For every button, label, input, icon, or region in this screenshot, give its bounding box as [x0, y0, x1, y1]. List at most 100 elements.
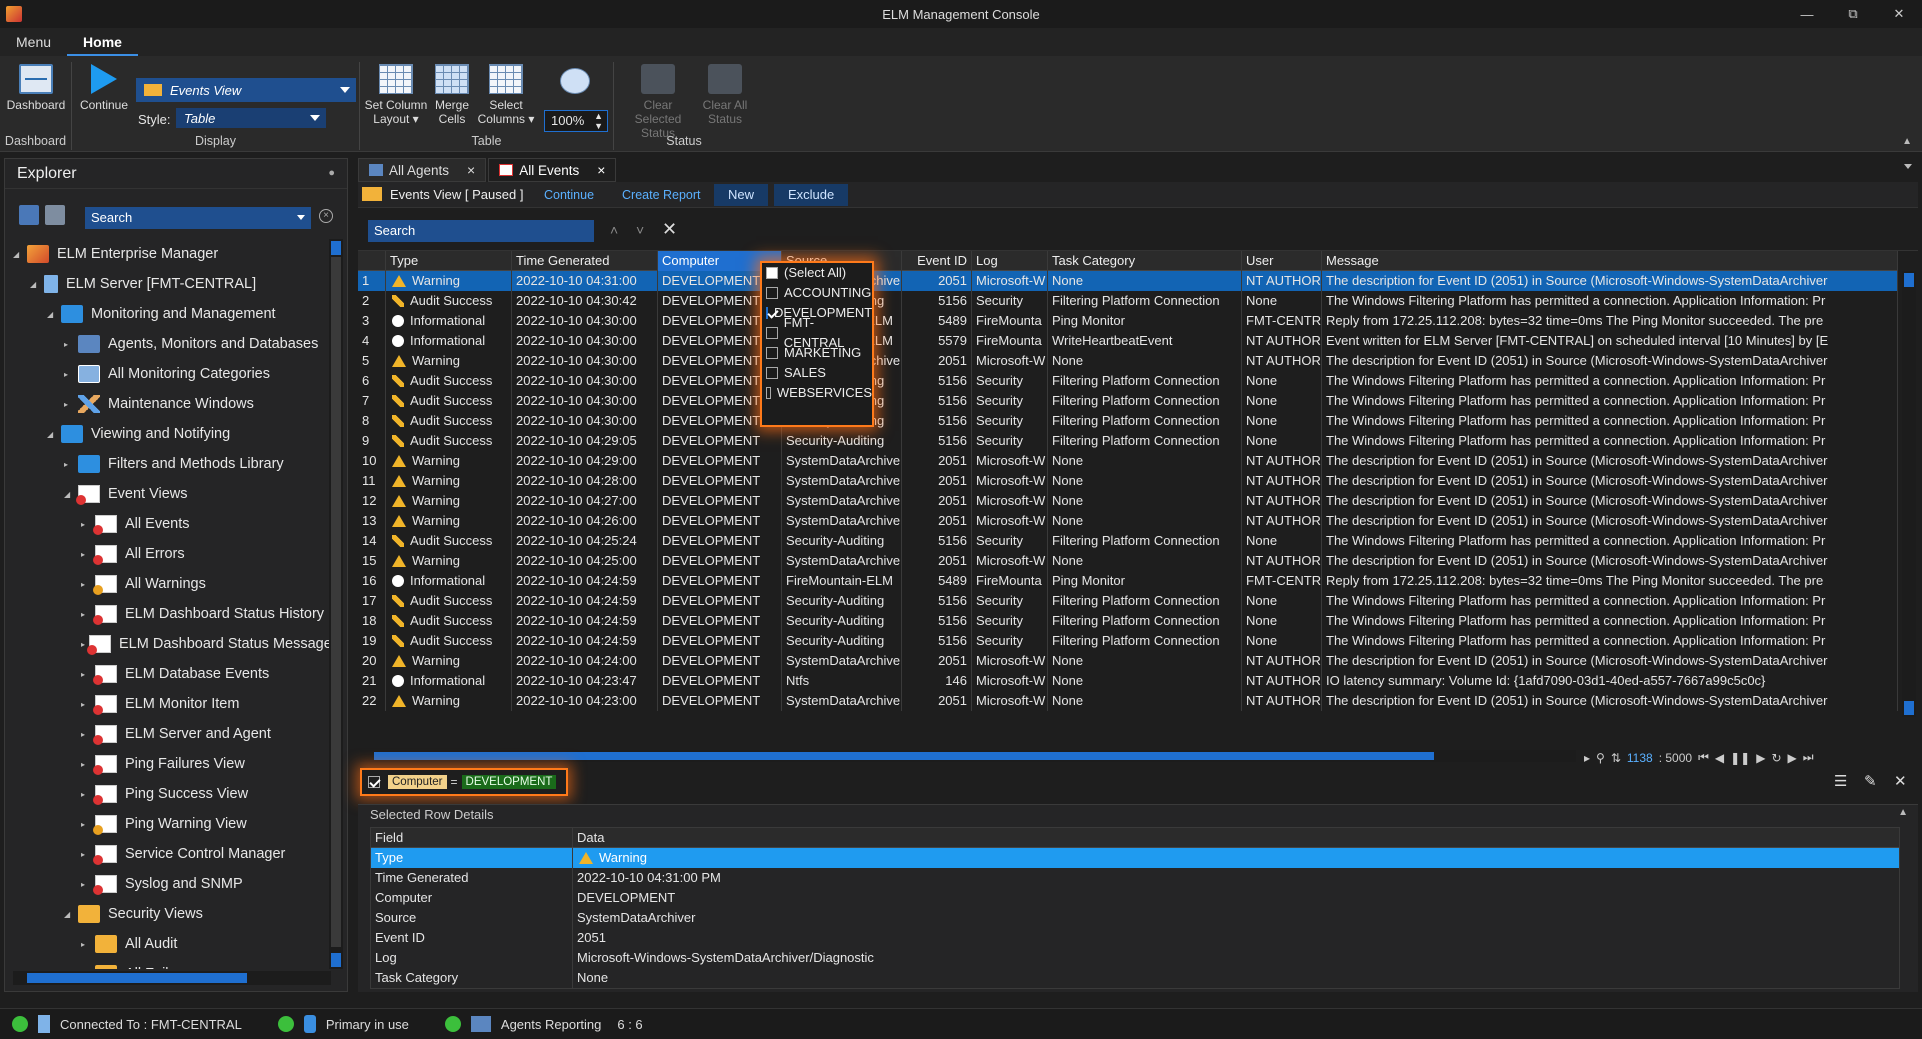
table-row[interactable]: 4 Informational 2022-10-10 04:30:00 DEVELOP…	[358, 331, 1898, 351]
zoom-spinner[interactable]: 100% ▲ ▼	[544, 110, 608, 132]
tree-node[interactable]: ▸ ELM Dashboard Status History	[13, 599, 329, 629]
table-row[interactable]: 19 Audit Success 2022-10-10 04:24:59 DEVELO…	[358, 631, 1898, 651]
filter-option[interactable]: (Select All)	[762, 263, 872, 283]
scroll-up-icon[interactable]	[331, 241, 341, 255]
doc-tab-all-events[interactable]: All Events ×	[488, 158, 617, 182]
collapse-ribbon-icon[interactable]: ▲	[1902, 136, 1912, 147]
filter-option[interactable]: ACCOUNTING	[762, 283, 872, 303]
merge-cells-button[interactable]: Merge Cells	[430, 64, 474, 126]
grid-horizontal-scrollbar[interactable]	[360, 750, 1576, 762]
restore-icon[interactable]: ⧉	[1830, 0, 1876, 28]
table-row[interactable]: 20 Warning 2022-10-10 04:24:00 DEVELOPMENT S…	[358, 651, 1898, 671]
table-row[interactable]: 16 Informational 2022-10-10 04:24:59 DEVELO…	[358, 571, 1898, 591]
filter-option[interactable]: FMT-CENTRAL	[762, 315, 872, 350]
close-tab-icon[interactable]: ×	[597, 162, 605, 178]
grid-search-input[interactable]: Search	[368, 220, 594, 242]
play-icon[interactable]: ▶	[1756, 751, 1765, 765]
continue-link[interactable]: Continue	[544, 188, 594, 202]
table-row[interactable]: 2 Audit Success 2022-10-10 04:30:42 DEVELOP…	[358, 291, 1898, 311]
previous-page-icon[interactable]: ◀	[1715, 751, 1724, 765]
pin-icon[interactable]: ●	[328, 167, 335, 179]
filter-value[interactable]: DEVELOPMENT	[461, 775, 557, 789]
create-report-link[interactable]: Create Report	[622, 188, 701, 202]
clear-all-status-button[interactable]: Clear All Status	[698, 64, 752, 126]
filter-menu-icon[interactable]: ☰	[1834, 772, 1847, 790]
filter-option-checkbox[interactable]	[766, 267, 778, 279]
tree-node[interactable]: ▸ Syslog and SNMP	[13, 869, 329, 899]
tree-node[interactable]: ▸ All Warnings	[13, 569, 329, 599]
scroll-thumb[interactable]	[374, 752, 1434, 760]
tree-node[interactable]: ▸ ELM Server and Agent	[13, 719, 329, 749]
filter-option[interactable]: WEBSERVICES	[762, 383, 872, 403]
doc-tab-all-agents[interactable]: All Agents ×	[358, 158, 487, 182]
details-row[interactable]: Event ID 2051	[371, 928, 1899, 948]
new-button[interactable]: New	[714, 184, 769, 206]
select-columns-button[interactable]: Select Columns ▾	[476, 64, 536, 126]
tree-node[interactable]: ▸ Filters and Methods Library	[13, 449, 329, 479]
tree-node[interactable]: ◢ ELM Enterprise Manager	[13, 239, 329, 269]
tree-node[interactable]: ▸ Ping Success View	[13, 779, 329, 809]
spinner-arrows-icon[interactable]: ▲ ▼	[594, 111, 603, 131]
filter-option-checkbox[interactable]	[766, 387, 771, 399]
tree-node[interactable]: ▸All Failures	[13, 959, 329, 969]
column-header[interactable]: User	[1242, 251, 1322, 271]
table-row[interactable]: 7 Audit Success 2022-10-10 04:30:00 DEVELOP…	[358, 391, 1898, 411]
table-row[interactable]: 14 Audit Success 2022-10-10 04:25:24 DEVELO…	[358, 531, 1898, 551]
tab-home[interactable]: Home	[67, 34, 138, 56]
close-tab-icon[interactable]: ×	[467, 162, 475, 178]
expand-toggle-icon[interactable]: ◢	[13, 250, 23, 259]
tree-node[interactable]: ▸ ELM Database Events	[13, 659, 329, 689]
set-column-layout-button[interactable]: Set Column Layout ▾	[364, 64, 428, 126]
filter-option-checkbox[interactable]	[766, 327, 778, 339]
previous-match-icon[interactable]: ˄	[610, 222, 618, 238]
filter-enable-checkbox[interactable]	[368, 776, 380, 788]
tree-node[interactable]: ▸ Service Control Manager	[13, 839, 329, 869]
column-header[interactable]: Type	[386, 251, 512, 271]
details-row[interactable]: Time Generated 2022-10-10 04:31:00 PM	[371, 868, 1899, 888]
expand-toggle-icon[interactable]: ◢	[47, 310, 57, 319]
tree-view-icon[interactable]	[19, 205, 39, 225]
expand-toggle-icon[interactable]: ▸	[81, 550, 91, 559]
close-search-icon[interactable]: ✕	[662, 219, 677, 240]
details-row[interactable]: Source SystemDataArchiver	[371, 908, 1899, 928]
table-row[interactable]: 11 Warning 2022-10-10 04:28:00 DEVELOPMENT S…	[358, 471, 1898, 491]
expand-toggle-icon[interactable]: ▸	[64, 400, 74, 409]
tree-node[interactable]: ◢ Security Views	[13, 899, 329, 929]
column-header[interactable]: Time Generated	[512, 251, 658, 271]
table-row[interactable]: 22 Warning 2022-10-10 04:23:00 DEVELOPMENT S…	[358, 691, 1898, 711]
column-header[interactable]	[358, 251, 386, 271]
next-match-icon[interactable]: ˅	[636, 222, 644, 238]
view-combo[interactable]: Events View	[136, 78, 356, 102]
tree-node[interactable]: ▸ All Audit	[13, 929, 329, 959]
tree-node[interactable]: ◢ Event Views	[13, 479, 329, 509]
filter-field[interactable]: Computer	[388, 775, 447, 789]
search-icon[interactable]: ⚲	[1596, 751, 1605, 765]
minimize-icon[interactable]: —	[1784, 0, 1830, 28]
column-header[interactable]: Event ID	[902, 251, 972, 271]
tree-node[interactable]: ◢ ELM Server [FMT-CENTRAL]	[13, 269, 329, 299]
scroll-thumb[interactable]	[331, 257, 341, 947]
refresh-icon[interactable]: ↻	[1771, 751, 1781, 765]
expand-toggle-icon[interactable]: ▸	[81, 520, 91, 529]
expand-toggle-icon[interactable]: ▸	[81, 880, 91, 889]
grid-vertical-scrollbar[interactable]	[1902, 271, 1916, 717]
scroll-up-icon[interactable]	[1904, 273, 1914, 287]
tab-menu[interactable]: Menu	[0, 34, 67, 56]
details-row[interactable]: Computer DEVELOPMENT	[371, 888, 1899, 908]
tab-list-chevron-icon[interactable]	[1904, 164, 1912, 169]
expand-toggle-icon[interactable]: ▸	[81, 730, 91, 739]
table-row[interactable]: 17 Audit Success 2022-10-10 04:24:59 DEVELO…	[358, 591, 1898, 611]
tree-node[interactable]: ▸ All Monitoring Categories	[13, 359, 329, 389]
tree-node[interactable]: ▸ Ping Failures View	[13, 749, 329, 779]
expand-toggle-icon[interactable]: ▸	[64, 460, 74, 469]
scroll-down-icon[interactable]	[331, 953, 341, 967]
explorer-search-input[interactable]: Search	[85, 207, 311, 229]
dashboard-button[interactable]: Dashboard	[6, 64, 66, 112]
expand-toggle-icon[interactable]: ▸	[81, 670, 91, 679]
details-row[interactable]: Task Category None	[371, 968, 1899, 988]
table-row[interactable]: 8 Audit Success 2022-10-10 04:30:00 DEVELOP…	[358, 411, 1898, 431]
collapse-details-icon[interactable]: ▲	[1898, 807, 1908, 818]
expand-toggle-icon[interactable]: ▸	[81, 580, 91, 589]
pager-next-icon[interactable]: ▸	[1584, 751, 1590, 765]
tree-node[interactable]: ▸ Ping Warning View	[13, 809, 329, 839]
